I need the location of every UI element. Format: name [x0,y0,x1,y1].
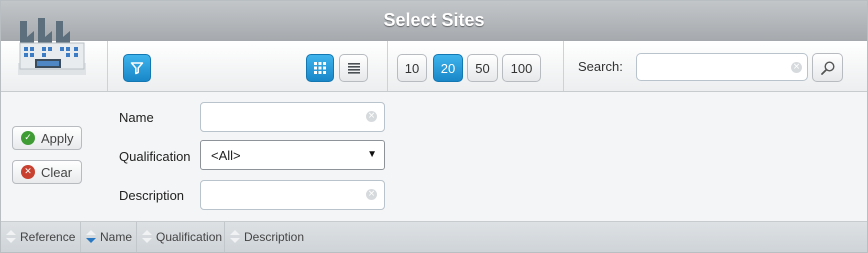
column-label: Reference [20,230,76,244]
column-label: Name [100,230,133,244]
qualification-field-label: Qualification [119,149,191,164]
factory-logo-icon [18,18,86,75]
clear-x-icon[interactable]: × [366,111,377,122]
column-header-reference[interactable]: Reference [1,222,81,252]
name-field[interactable]: × [200,102,385,132]
column-label: Description [244,230,305,244]
qualification-selected-value: <All> [211,147,241,163]
clear-button[interactable]: ✕ Clear [12,160,82,184]
clear-x-icon[interactable]: × [791,62,802,73]
checkmark-icon: ✓ [21,131,35,145]
sort-icon [6,229,16,245]
apply-button-label: Apply [41,130,74,146]
sort-descending-icon [86,229,96,245]
grid-view-icon [314,62,326,74]
clear-button-label: Clear [41,164,73,180]
page-size-10-button[interactable]: 10 [397,54,427,82]
toolbar-separator [563,41,564,91]
description-field-label: Description [119,188,185,203]
close-icon: ✕ [21,165,35,179]
grid-header: Reference Name Qualification Description [1,222,867,252]
search-label: Search: [578,59,623,74]
filter-icon [130,62,144,75]
clear-x-icon[interactable]: × [366,189,377,200]
list-view-icon [347,63,360,74]
filter-panel: ✓ Apply ✕ Clear Name × Qualification <Al… [1,92,867,222]
search-icon [820,60,835,75]
chevron-down-icon: ▼ [367,149,377,160]
column-header-name[interactable]: Name [81,222,137,252]
column-header-description[interactable]: Description [225,222,867,252]
search-button[interactable] [812,53,843,82]
filter-toggle-button[interactable] [123,54,151,82]
select-sites-window: Select Sites 10 20 50 100 Search: × ✓ Ap… [0,0,868,253]
sort-icon [142,229,152,245]
window-title: Select Sites [383,10,485,30]
name-field-label: Name [119,110,154,125]
column-header-qualification[interactable]: Qualification [137,222,225,252]
apply-button[interactable]: ✓ Apply [12,126,82,150]
search-input[interactable]: × [636,53,808,81]
toolbar-separator [387,41,388,91]
list-view-button[interactable] [339,54,368,82]
page-size-100-button[interactable]: 100 [502,54,541,82]
title-bar: Select Sites [1,1,867,42]
description-field[interactable]: × [200,180,385,210]
page-size-20-button[interactable]: 20 [433,54,463,82]
sort-icon [230,229,240,245]
grid-view-button[interactable] [306,54,334,82]
toolbar-separator [107,41,108,91]
page-size-50-button[interactable]: 50 [467,54,498,82]
qualification-select[interactable]: <All> ▼ [200,140,385,170]
column-label: Qualification [156,230,223,244]
toolbar: 10 20 50 100 Search: × [1,41,867,92]
